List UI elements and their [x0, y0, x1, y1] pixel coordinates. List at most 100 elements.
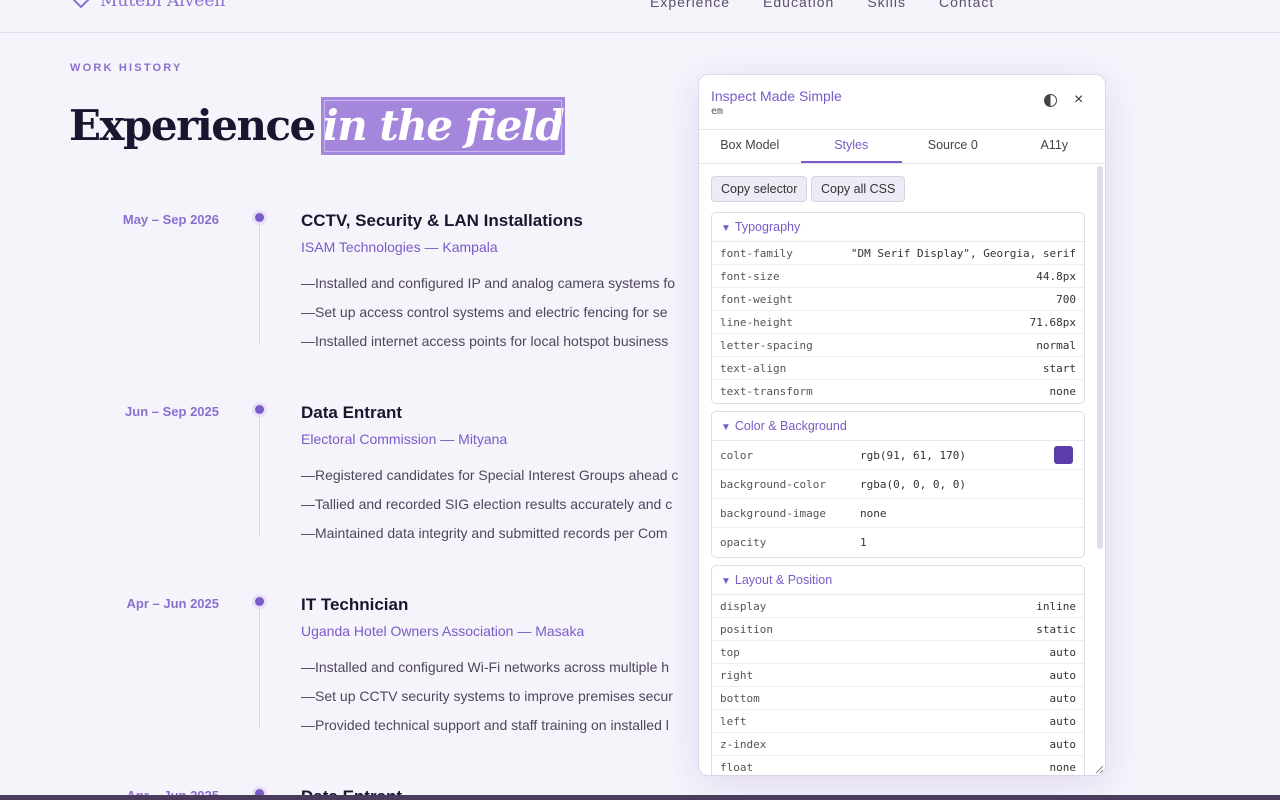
- job-bullet: —Installed internet access points for lo…: [301, 333, 669, 349]
- job-bullet: —Maintained data integrity and submitted…: [301, 525, 668, 541]
- property-row: text-transform none: [712, 380, 1084, 403]
- collapse-triangle-icon: ▼: [721, 223, 731, 234]
- timeline-dot: [255, 405, 264, 414]
- property-name: text-transform: [720, 385, 813, 398]
- tab-a11y[interactable]: A11y: [1004, 130, 1106, 163]
- property-row: font-family "DM Serif Display", Georgia,…: [712, 242, 1084, 265]
- job-bullets: —Registered candidates for Special Inter…: [301, 467, 678, 554]
- inspector-scrollbar[interactable]: [1096, 164, 1104, 774]
- inspector-panel: Inspect Made Simple em × Box Model Style…: [698, 74, 1106, 776]
- copy-selector-button[interactable]: Copy selector: [711, 176, 808, 202]
- job-bullet: —Installed and configured IP and analog …: [301, 275, 676, 291]
- inspected-element-tag: em: [711, 106, 724, 117]
- close-icon[interactable]: ×: [1074, 90, 1083, 110]
- timeline-line: [259, 608, 260, 729]
- property-row: float none: [712, 756, 1084, 775]
- property-value: none: [1049, 761, 1077, 774]
- property-value: static: [1036, 622, 1076, 636]
- scrollbar-thumb[interactable]: [1097, 166, 1103, 549]
- property-name: font-size: [720, 269, 780, 283]
- property-value: start: [1042, 361, 1076, 375]
- job-title: CCTV, Security & LAN Installations: [301, 211, 583, 230]
- property-value: inline: [1036, 599, 1076, 613]
- property-row: bottom auto: [712, 687, 1084, 710]
- typography-section: ▼ Typography font-family "DM Serif Displa…: [711, 212, 1085, 404]
- brand-name: Mutebi Alveen: [100, 0, 226, 11]
- job-organization: ISAM Technologies — Kampala: [301, 239, 498, 255]
- property-row: font-size 44.8px: [712, 265, 1084, 288]
- property-value: normal: [1036, 338, 1076, 352]
- color-background-section: ▼ Color & Background color rgb(91, 61, 17…: [711, 411, 1085, 558]
- timeline-dot: [255, 213, 264, 222]
- copy-all-css-button[interactable]: Copy all CSS: [811, 176, 906, 202]
- job-bullet: —Tallied and recorded SIG election resul…: [301, 496, 673, 512]
- resize-grip-icon[interactable]: [1095, 765, 1104, 774]
- timeline-line: [259, 416, 260, 537]
- property-row: line-height 71.68px: [712, 311, 1084, 334]
- job-date: Apr – Jun 2025: [126, 596, 220, 611]
- property-name: z-index: [720, 737, 767, 751]
- property-row: display inline: [712, 595, 1084, 618]
- brand-logo-icon: [72, 0, 90, 9]
- layout-position-section-toggle[interactable]: ▼ Layout & Position: [712, 566, 1084, 595]
- nav-link-experience[interactable]: Experience: [650, 0, 730, 10]
- job-bullets: —Installed and configured IP and analog …: [301, 275, 675, 362]
- tab-source[interactable]: Source 0: [902, 130, 1004, 163]
- property-name: letter-spacing: [720, 338, 813, 352]
- bottom-bar: [0, 795, 1280, 800]
- job-date: May – Sep 2026: [122, 212, 219, 227]
- property-row: opacity 1: [712, 528, 1084, 557]
- tab-styles[interactable]: Styles: [800, 130, 902, 163]
- job-title: IT Technician: [301, 595, 409, 614]
- property-name: display: [720, 599, 767, 613]
- nav-link-contact[interactable]: Contact: [939, 0, 994, 10]
- property-row: text-align start: [712, 357, 1084, 380]
- job-bullets: —Installed and configured Wi-Fi networks…: [301, 659, 673, 746]
- inspector-header: Inspect Made Simple em ×: [699, 75, 1105, 130]
- property-value: none: [1049, 385, 1077, 398]
- job-title: Data Entrant: [301, 403, 403, 422]
- contrast-toggle-icon[interactable]: [1044, 94, 1057, 107]
- property-name: opacity: [720, 536, 767, 549]
- property-row: font-weight 700: [712, 288, 1084, 311]
- color-swatch[interactable]: [1054, 446, 1073, 464]
- job-date: Jun – Sep 2025: [125, 404, 219, 419]
- section-heading: Layout & Position: [734, 573, 833, 587]
- property-name: font-weight: [720, 292, 793, 306]
- property-name: right: [720, 668, 754, 682]
- section-title-accent: in the field: [320, 97, 566, 155]
- property-name: bottom: [720, 691, 760, 705]
- property-row: right auto: [712, 664, 1084, 687]
- section-title-main: Experience: [69, 101, 316, 150]
- property-row: background-image none: [712, 499, 1084, 528]
- brand[interactable]: Mutebi Alveen: [70, 0, 225, 11]
- job-organization: Electoral Commission — Mityana: [301, 431, 508, 447]
- property-name: left: [720, 714, 747, 728]
- timeline-line: [259, 224, 260, 345]
- property-value: auto: [1049, 691, 1077, 705]
- color-background-section-toggle[interactable]: ▼ Color & Background: [712, 412, 1084, 441]
- inspector-tabs: Box Model Styles Source 0 A11y: [699, 130, 1105, 164]
- nav-link-skills[interactable]: Skills: [867, 0, 906, 10]
- property-row: left auto: [712, 710, 1084, 733]
- property-value: 700: [1056, 292, 1076, 306]
- collapse-triangle-icon: ▼: [721, 422, 731, 433]
- property-row: letter-spacing normal: [712, 334, 1084, 357]
- property-value: 44.8px: [1036, 269, 1076, 283]
- section-heading: Typography: [734, 220, 801, 234]
- layout-position-section: ▼ Layout & Position display inline positi…: [711, 565, 1085, 775]
- nav-link-education[interactable]: Education: [763, 0, 834, 10]
- property-name: font-family: [720, 246, 793, 260]
- inspector-title: Inspect Made Simple: [711, 88, 842, 104]
- property-value: 71.68px: [1029, 315, 1076, 329]
- property-row: background-color rgba(0, 0, 0, 0): [712, 470, 1084, 499]
- section-heading: Color & Background: [734, 419, 847, 433]
- property-value: auto: [1049, 668, 1077, 682]
- property-row: z-index auto: [712, 733, 1084, 756]
- collapse-triangle-icon: ▼: [721, 576, 731, 587]
- property-name: background-color: [720, 477, 826, 491]
- typography-section-toggle[interactable]: ▼ Typography: [712, 213, 1084, 242]
- tab-box-model[interactable]: Box Model: [699, 130, 801, 163]
- property-name: top: [720, 645, 740, 659]
- job-bullet: —Provided technical support and staff tr…: [301, 717, 669, 733]
